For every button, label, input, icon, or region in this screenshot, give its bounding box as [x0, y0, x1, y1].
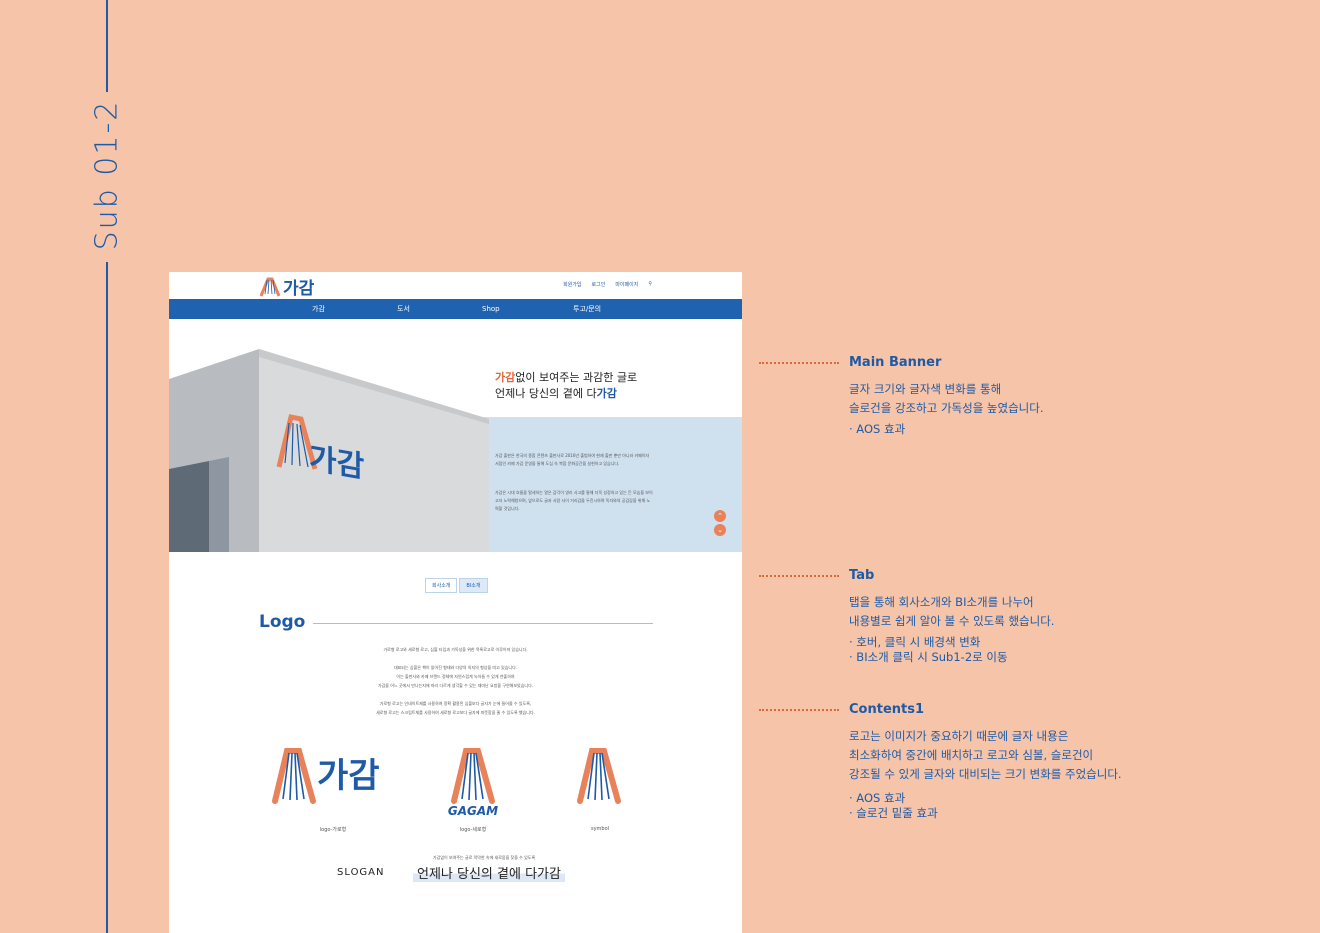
leader-dots [759, 362, 839, 364]
svg-text:가감: 가감 [317, 756, 380, 796]
annotation-title: Contents1 [849, 702, 925, 717]
caption-vertical: logo-세로형 [459, 827, 487, 833]
annotation-body-line: 탭을 통해 회사소개와 BI소개를 나누어 [849, 595, 1034, 609]
util-login[interactable]: 로그인 [592, 281, 606, 288]
logo-symbol-icon [259, 277, 281, 297]
annotation-body-line: 내용별로 쉽게 알아 볼 수 있도록 했습니다. [849, 614, 1055, 628]
annotation-body-line: 최소화하여 중간에 배치하고 로고와 심볼, 슬로건이 [849, 748, 1094, 762]
logo-horizontal-graphic: 가감 [272, 748, 380, 804]
slogan-line2: 언제나 당신의 곁에 다 [495, 387, 597, 400]
logo-vertical: GAGAM [444, 747, 502, 823]
banner-slogan: 가감없이 보여주는 과감한 글로 언제나 당신의 곁에 다가감 [495, 370, 637, 402]
nav-shop[interactable]: Shop [482, 305, 500, 313]
annotation-body-line: 슬로건을 강조하고 가독성을 높였습니다. [849, 401, 1044, 415]
symbol-graphic [577, 748, 621, 804]
global-nav: 가감 도서 Shop 투고/문의 [169, 299, 742, 319]
slogan-label: SLOGAN [337, 867, 385, 878]
logo-horizontal: 가감 [269, 747, 394, 809]
section-title: Sub 01-2 [89, 99, 125, 251]
annotation-title: Tab [849, 568, 875, 583]
scroll-down-button[interactable]: ⌄ [714, 524, 726, 536]
desc-line: 가감을 어느 곳에서 만나는지에 따라 다르게 생각할 수 있는 재미난 요방을… [377, 683, 534, 688]
brand-logo[interactable]: 가감 [259, 274, 314, 299]
logo-description: 가로형 로고와 세로형 로고, 심볼 타입과 가독성을 위한 목록로고로 이루어… [309, 645, 602, 717]
leader-dots [759, 575, 839, 577]
top-bar: 가감 회원가입 로그인 마이페이지 ⚲ [169, 272, 742, 299]
desc-line: 이는 출판사와 카페 브랜드 정체에 자연스럽게 녹아들 수 있게 연출하여 [396, 674, 515, 679]
slogan-highlight-1: 가감 [495, 371, 516, 384]
scroll-up-button[interactable]: ⌃ [714, 510, 726, 522]
slogan-subtext: 가감없이 보여주는 글로 막막한 속에 새로움을 찾을 수 있도록 [433, 855, 536, 860]
main-banner: 가감 가감없이 보여주는 과감한 글로 언제나 당신의 곁에 다가감 가감 출판… [169, 319, 742, 552]
banner-paragraph-1: 가감 출판은 한국의 종합 콘텐츠 출판사로 2016년 출범하여 현재 출판 … [495, 453, 650, 466]
leader-dots [759, 709, 839, 711]
annotation-bullet: · BI소개 클릭 시 Sub1-2로 이동 [849, 650, 1008, 664]
annotation-bullet: · 호버, 클릭 시 배경색 변화 [849, 635, 981, 649]
annotation-title: Main Banner [849, 355, 942, 370]
annotation-bullet: · AOS 효과 [849, 422, 906, 436]
nav-books[interactable]: 도서 [397, 304, 410, 314]
desc-line [309, 690, 602, 699]
slogan-highlight-2: 가감 [596, 387, 617, 400]
logo-heading: Logo [259, 612, 306, 632]
logo-vertical-graphic: GAGAM [448, 748, 498, 818]
heading-divider [313, 623, 653, 624]
nav-gagam[interactable]: 가감 [312, 304, 325, 314]
logo-symbol [571, 747, 629, 809]
desc-line: 가로형 로고와 세로형 로고, 심볼 타입과 가독성을 위한 목록로고로 이루어… [383, 647, 528, 652]
vertical-rule-top [106, 0, 108, 92]
brand-wordmark: 가감 [283, 279, 315, 299]
slogan-main: 언제나 당신의 곁에 다가감 [413, 863, 565, 882]
tab-bar: 회사소개 BI소개 [425, 578, 488, 593]
website-mockup: 가감 회원가입 로그인 마이페이지 ⚲ 가감 도서 Shop 투고/문의 가감 … [169, 272, 742, 933]
building-image: 가감 [169, 349, 489, 552]
utility-menu: 회원가입 로그인 마이페이지 ⚲ [563, 281, 652, 288]
annotation-body-line: 강조될 수 있게 글자와 대비되는 크기 변화를 주었습니다. [849, 767, 1122, 781]
tab-company[interactable]: 회사소개 [425, 578, 458, 593]
svg-text:GAGAM: GAGAM [448, 804, 498, 818]
nav-contact[interactable]: 투고/문의 [573, 304, 601, 314]
banner-paragraph-2: 가감은 시대 흐름을 탈세하는 알은 감각이 영리 사고를 통해 더욱 성장하고… [495, 490, 653, 511]
desc-line: 대표되는 심볼은 책이 읽어진 형태와 다양의 의지의 형상을 띠고 있습니다. [393, 665, 518, 670]
annotation-body-line: 로고는 이미지가 중요하기 때문에 글자 내용은 [849, 729, 1069, 743]
util-mypage[interactable]: 마이페이지 [615, 281, 638, 288]
caption-horizontal: logo-가로형 [319, 827, 347, 833]
util-signup[interactable]: 회원가입 [563, 281, 581, 288]
caption-symbol: symbol [590, 826, 610, 832]
desc-line: 가로형 로고는 인네이트제를 사용하여 정확 활용된 심볼보다 글자가 눈에 들… [379, 701, 532, 706]
annotation-body-line: 글자 크기와 글자색 변화를 통해 [849, 382, 1002, 396]
desc-line [309, 654, 602, 663]
annotation-bullet: · AOS 효과 [849, 791, 906, 805]
tab-bi[interactable]: BI소개 [459, 578, 488, 593]
banner-sky [469, 417, 742, 552]
vertical-rule-bottom [106, 262, 108, 933]
desc-line: 세로형 로고는 스크립트체를 사용하여 세로형 로고보다 글자에 따뜻함을 줄 … [376, 710, 535, 715]
annotation-bullet: · 슬로건 밑줄 효과 [849, 806, 938, 820]
search-icon[interactable]: ⚲ [648, 281, 652, 288]
slogan-line1: 없이 보여주는 과감한 글로 [515, 371, 638, 384]
